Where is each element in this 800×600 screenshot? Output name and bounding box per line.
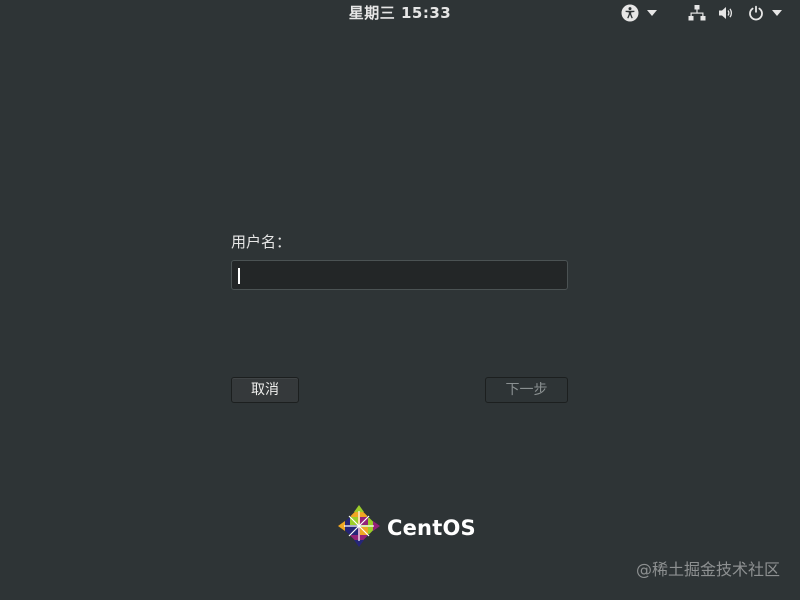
system-menu[interactable] <box>688 0 782 26</box>
username-input[interactable] <box>232 261 567 289</box>
volume-icon <box>718 0 734 26</box>
accessibility-icon <box>621 0 639 26</box>
watermark: @稀土掘金技术社区 <box>635 560 780 579</box>
text-cursor <box>238 268 240 284</box>
logo-text: CentOS <box>387 516 476 540</box>
chevron-down-icon <box>647 0 657 26</box>
cancel-button[interactable]: 取消 <box>231 377 299 403</box>
top-bar: 星期三 15:33 <box>0 0 800 26</box>
network-wired-icon <box>688 0 706 26</box>
next-button[interactable]: 下一步 <box>485 377 568 403</box>
username-label: 用户名： <box>231 233 292 251</box>
username-field-frame[interactable] <box>231 260 568 290</box>
accessibility-menu[interactable] <box>621 0 657 26</box>
chevron-down-icon <box>772 0 782 26</box>
clock[interactable]: 星期三 15:33 <box>0 0 800 26</box>
centos-logo-icon <box>337 504 381 552</box>
login-form: 用户名： <box>231 230 568 290</box>
centos-logo: CentOS <box>337 504 476 552</box>
power-icon <box>748 0 764 26</box>
